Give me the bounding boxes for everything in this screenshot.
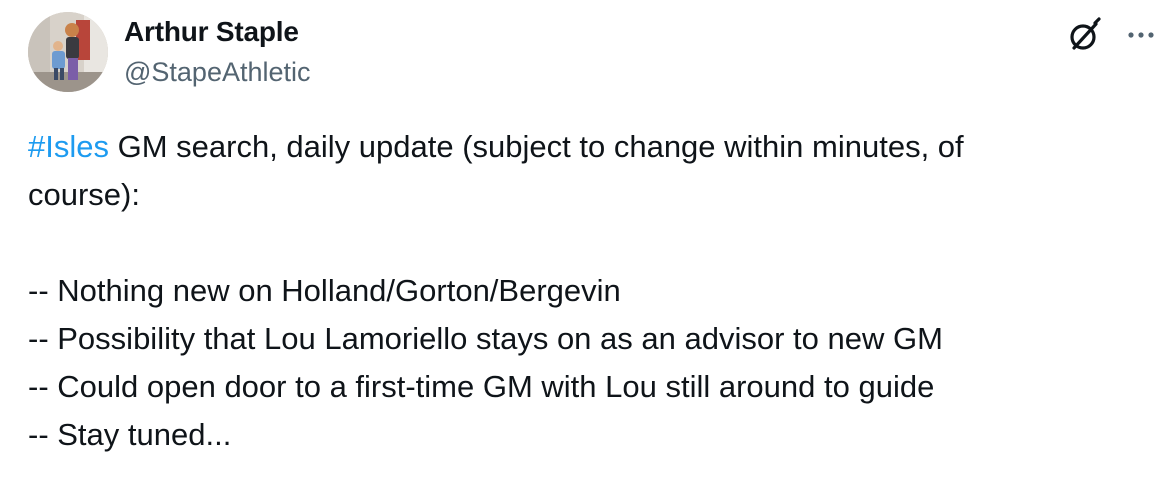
author-display-name[interactable]: Arthur Staple [124,14,299,50]
tweet-bullet: -- Nothing new on Holland/Gorton/Bergevi… [28,273,621,308]
tweet-bullet: -- Stay tuned... [28,417,232,452]
tweet-text: #Isles GM search, daily update (subject … [28,123,1128,459]
tweet-bullet: -- Possibility that Lou Lamoriello stays… [28,321,943,356]
hashtag-link[interactable]: #Isles [28,129,109,164]
tweet-bullet: -- Could open door to a first-time GM wi… [28,369,935,404]
tweet-line-2: course): [28,177,140,212]
tweet-line-1-text: GM search, daily update (subject to chan… [108,129,964,164]
tweet-line-1: #Isles GM search, daily update (subject … [28,123,1128,171]
avatar-photo [28,12,108,92]
avatar[interactable] [28,12,108,92]
tweet-card: Arthur Staple @StapeAthletic #Isles GM s… [0,0,1176,482]
author-handle[interactable]: @StapeAthletic [124,55,311,89]
grok-icon[interactable] [1064,16,1104,56]
more-dots-icon[interactable] [1122,18,1162,54]
